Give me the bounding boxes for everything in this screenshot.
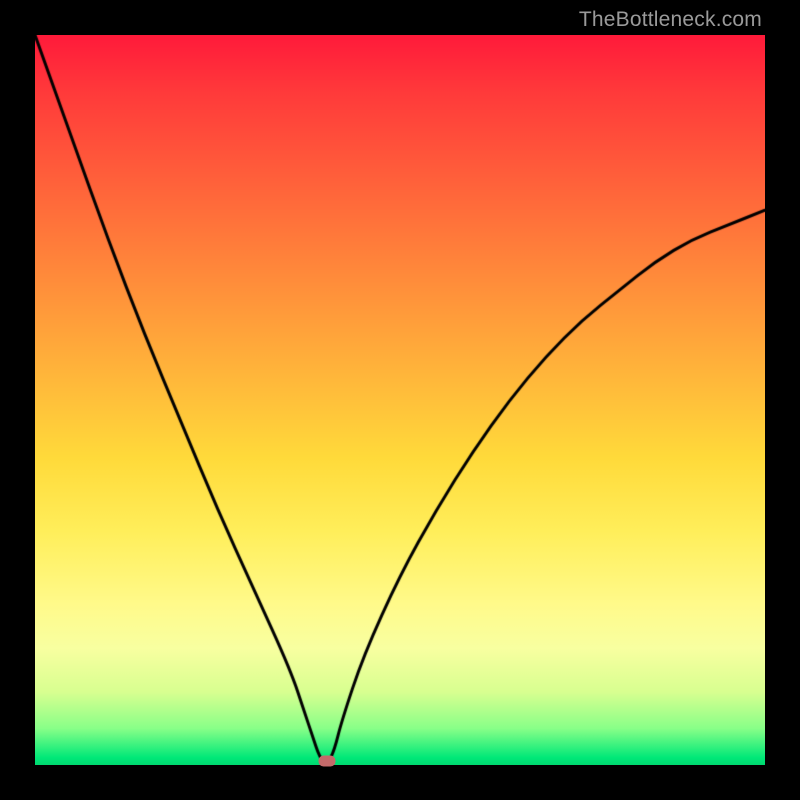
chart-frame: TheBottleneck.com (0, 0, 800, 800)
optimal-point-marker (319, 756, 336, 767)
branding-watermark: TheBottleneck.com (579, 8, 762, 32)
bottleneck-curve (35, 35, 765, 765)
